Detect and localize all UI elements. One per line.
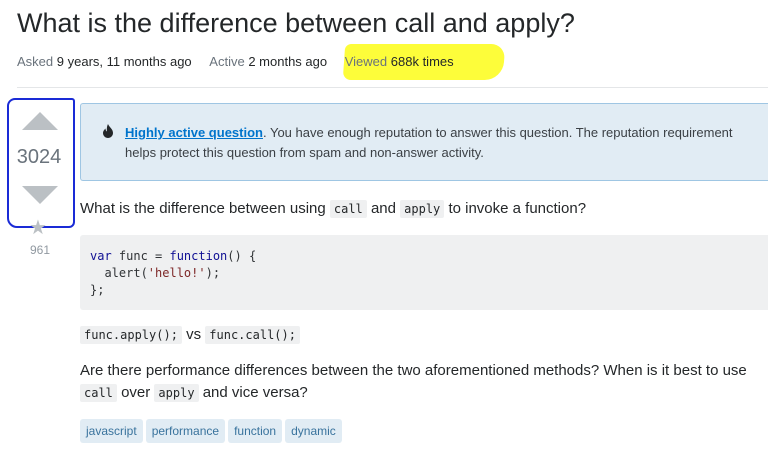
active-info: Active 2 months ago bbox=[209, 53, 327, 70]
intro-text: What is the difference between using bbox=[80, 200, 330, 217]
active-value[interactable]: 2 months ago bbox=[248, 54, 327, 69]
star-icon[interactable]: ★ bbox=[29, 218, 47, 238]
question-meta: Asked 9 years, 11 months ago Active 2 mo… bbox=[17, 53, 468, 70]
question-paragraph: Are there performance differences betwee… bbox=[80, 360, 760, 404]
para-text: Are there performance differences betwee… bbox=[80, 362, 747, 379]
calls-comparison: func.apply(); vs func.call(); bbox=[80, 325, 300, 345]
downvote-arrow-icon[interactable] bbox=[22, 186, 58, 204]
inline-code-call: call bbox=[80, 384, 117, 402]
favorite-count: 961 bbox=[29, 243, 51, 257]
header-divider bbox=[17, 87, 768, 88]
code-text: }; bbox=[90, 283, 105, 297]
tag-performance[interactable]: performance bbox=[145, 419, 226, 443]
viewed-info: Viewed 688k times bbox=[345, 53, 454, 70]
tag-javascript[interactable]: javascript bbox=[80, 419, 143, 443]
code-text: ); bbox=[205, 266, 221, 280]
inline-code-call-call: func.call(); bbox=[205, 326, 300, 344]
inline-code-apply-call: func.apply(); bbox=[80, 326, 182, 344]
asked-info: Asked 9 years, 11 months ago bbox=[17, 53, 192, 70]
code-block: var func = function() { alert('hello!');… bbox=[80, 235, 768, 310]
intro-text: to invoke a function? bbox=[444, 200, 587, 217]
code-string: 'hello!' bbox=[147, 266, 206, 280]
inline-code-call: call bbox=[329, 200, 367, 218]
code-text: alert( bbox=[90, 266, 148, 280]
para-text: over bbox=[116, 384, 155, 401]
asked-label: Asked bbox=[17, 54, 54, 69]
tag-function[interactable]: function bbox=[228, 419, 283, 443]
code-text: () { bbox=[227, 249, 257, 263]
viewed-value: 688k times bbox=[390, 54, 454, 69]
highly-active-link[interactable]: Highly active question bbox=[125, 125, 263, 140]
question-intro: What is the difference between using cal… bbox=[80, 199, 586, 219]
code-keyword: function bbox=[169, 249, 228, 263]
highly-active-notice: Highly active question. You have enough … bbox=[80, 103, 768, 181]
active-label: Active bbox=[209, 54, 245, 69]
asked-value: 9 years, 11 months ago bbox=[56, 54, 192, 69]
question-title[interactable]: What is the difference between call and … bbox=[17, 6, 575, 40]
notice-text-container: Highly active question. You have enough … bbox=[125, 123, 745, 163]
inline-code-apply: apply bbox=[154, 384, 199, 402]
code-text: func = bbox=[111, 249, 170, 263]
tag-dynamic[interactable]: dynamic bbox=[285, 419, 342, 443]
vote-score: 3024 bbox=[16, 146, 62, 168]
code-keyword: var bbox=[90, 249, 112, 263]
tag-list: javascript performance function dynamic bbox=[80, 419, 345, 443]
intro-text: and bbox=[366, 200, 401, 217]
para-text: and vice versa? bbox=[198, 384, 308, 401]
upvote-arrow-icon[interactable] bbox=[22, 112, 58, 130]
fire-icon bbox=[103, 124, 113, 138]
inline-code-apply: apply bbox=[400, 200, 445, 218]
viewed-label: Viewed bbox=[344, 54, 388, 69]
vs-text: vs bbox=[181, 326, 206, 343]
